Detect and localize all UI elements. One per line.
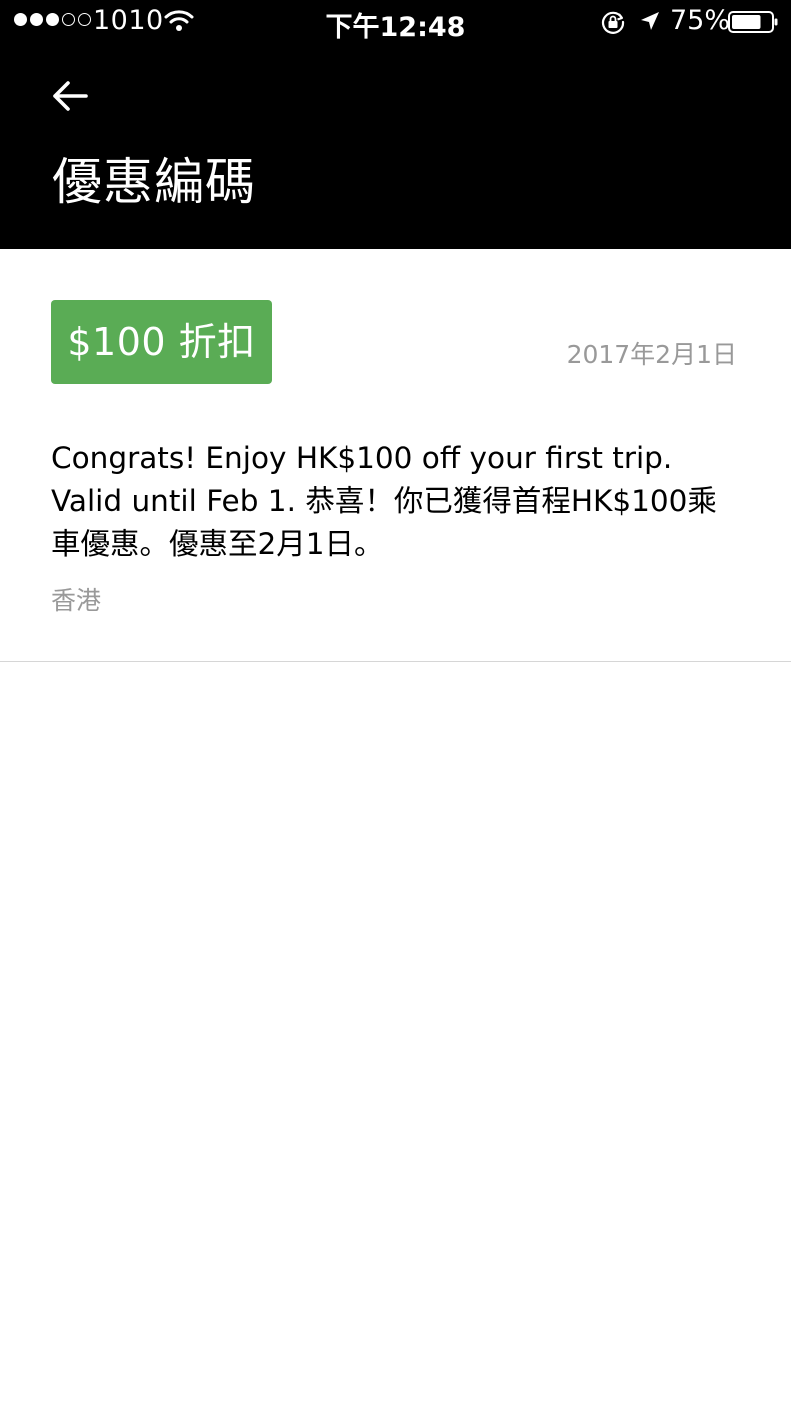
- battery-fill: [732, 15, 761, 29]
- discount-badge: $100 折扣: [51, 300, 272, 384]
- promo-message: Congrats! Enjoy HK$100 off your first tr…: [51, 441, 717, 561]
- battery-percentage: 75%: [670, 5, 731, 36]
- app-screen: 1010 下午12:48 75% 優惠編碼 $100 折扣 2017年2月1日 …: [0, 0, 791, 1407]
- expiry-date: 2017年2月1日: [566, 340, 737, 369]
- rotation-lock-icon: [601, 11, 625, 34]
- back-arrow-icon[interactable]: [48, 74, 92, 118]
- battery-icon: [728, 11, 778, 33]
- header: 1010 下午12:48 75% 優惠編碼: [0, 0, 791, 249]
- promo-code-card[interactable]: $100 折扣 2017年2月1日 Congrats! Enjoy HK$100…: [0, 249, 791, 662]
- page-title: 優惠編碼: [52, 153, 256, 211]
- promo-region: 香港: [51, 586, 102, 615]
- location-arrow-icon: [641, 12, 659, 30]
- status-bar: 1010 下午12:48 75%: [0, 0, 791, 44]
